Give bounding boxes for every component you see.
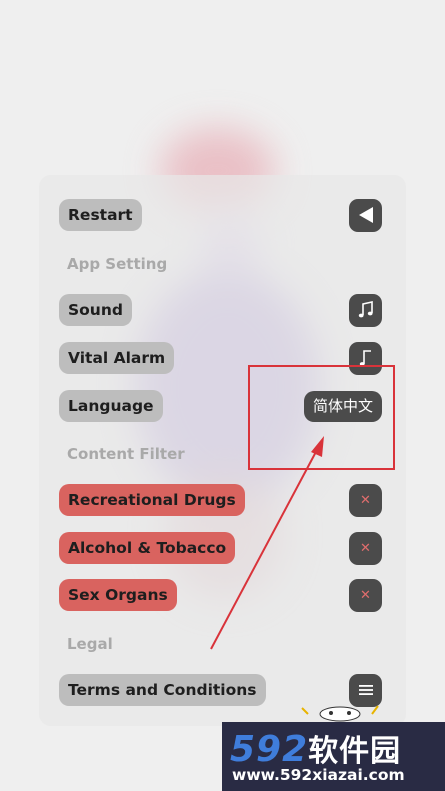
annotation-arrow <box>210 436 324 650</box>
watermark-url: www.592xiazai.com <box>232 766 405 784</box>
watermark-banner: 592软件园 www.592xiazai.com <box>222 722 445 791</box>
watermark-logo-text: 软件园 <box>308 734 402 769</box>
watermark-logo-number: 592 <box>230 729 309 770</box>
watermark-mascot-icon <box>301 705 379 722</box>
watermark-logo: 592软件园 <box>230 726 401 770</box>
